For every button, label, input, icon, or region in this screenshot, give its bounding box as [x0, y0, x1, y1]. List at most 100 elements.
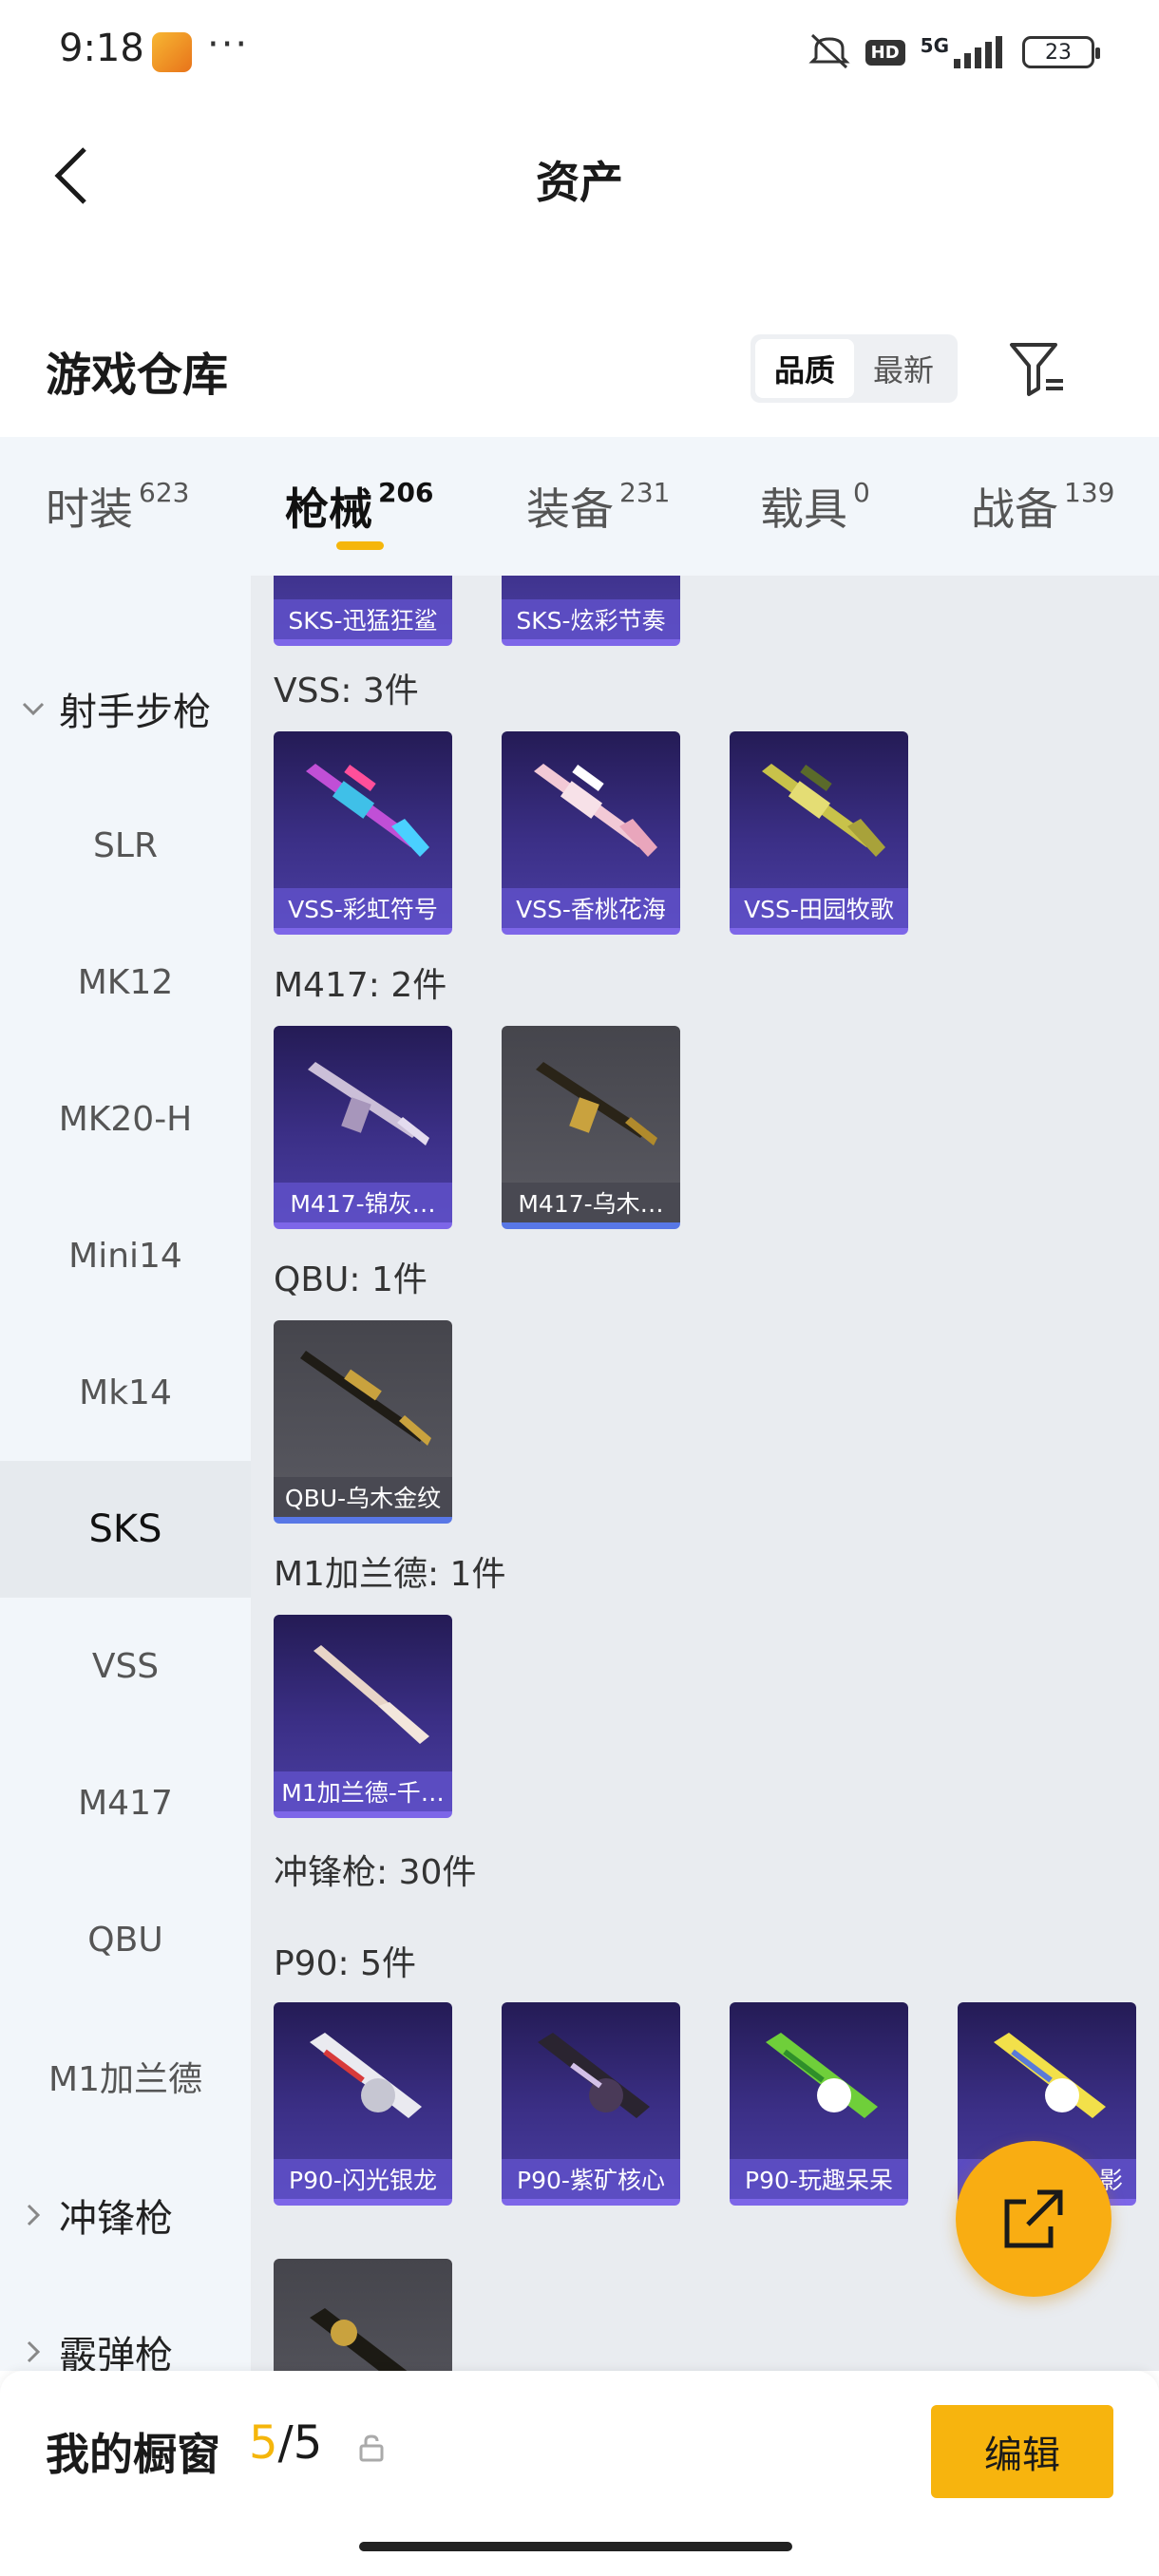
- tab-vehicles[interactable]: 载具 0: [760, 475, 870, 538]
- weapon-card[interactable]: P90-紫矿核心: [502, 2002, 680, 2206]
- showcase-separator: /: [277, 2416, 294, 2470]
- showcase-current: 5: [249, 2416, 278, 2470]
- sidebar-item-vss[interactable]: VSS: [0, 1598, 251, 1734]
- section-label-vss: VSS: 3件: [274, 672, 419, 710]
- top-header: 资产: [0, 114, 1159, 237]
- weapon-name: M1加兰德-千…: [274, 1771, 452, 1811]
- weapon-name: P90-玩趣呆呆: [730, 2159, 908, 2199]
- showcase-count: 5/5: [249, 2416, 322, 2470]
- sort-quality[interactable]: 品质: [755, 339, 854, 398]
- tab-label: 时装: [46, 483, 133, 535]
- weapon-card[interactable]: P90-玩趣呆呆: [730, 2002, 908, 2206]
- tab-count: 206: [378, 477, 434, 508]
- tab-label: 战备: [971, 483, 1058, 535]
- tab-weapons[interactable]: 枪械 206: [285, 475, 433, 538]
- tab-gear[interactable]: 战备 139: [971, 475, 1114, 538]
- weapon-card[interactable]: VSS-田园牧歌: [730, 731, 908, 935]
- weapon-card[interactable]: QBU-乌木金纹: [274, 1320, 452, 1524]
- tab-count: 139: [1064, 477, 1115, 508]
- sidebar-item-mk20h[interactable]: MK20-H: [0, 1051, 251, 1187]
- sidebar-group-marksman[interactable]: 射手步枪: [0, 640, 251, 777]
- warehouse-title: 游戏仓库: [46, 349, 229, 402]
- weapon-image: [310, 2033, 422, 2118]
- status-time: 9:18: [59, 27, 144, 70]
- tab-label: 载具: [760, 483, 847, 535]
- share-button[interactable]: [956, 2141, 1112, 2297]
- status-bar: 9:18 ··· HD 5G 23: [0, 0, 1159, 104]
- weapon-name: M417-乌木…: [502, 1183, 680, 1222]
- weapon-card[interactable]: P90-闪光银龙: [274, 2002, 452, 2206]
- home-indicator[interactable]: [359, 2542, 792, 2551]
- section-label-smg: 冲锋枪: 30件: [274, 1853, 477, 1892]
- weapon-card[interactable]: M417-乌木…: [502, 1026, 680, 1229]
- sidebar-item-sks[interactable]: SKS: [0, 1461, 251, 1598]
- sidebar-group-label: 霰弹枪: [59, 2334, 173, 2371]
- weapon-name: SKS-炫彩节奏: [502, 599, 680, 639]
- tab-count: 623: [139, 477, 190, 508]
- weapon-name: P90-紫矿核心: [502, 2159, 680, 2199]
- weapon-type-sidebar: 射手步枪 SLR MK12 MK20-H Mini14 Mk14 SKS VSS…: [0, 576, 251, 2371]
- weapon-card[interactable]: M417-锦灰…: [274, 1026, 452, 1229]
- weapon-name: VSS-田园牧歌: [730, 888, 908, 928]
- mute-icon: [808, 31, 850, 73]
- sidebar-item-m417[interactable]: M417: [0, 1734, 251, 1871]
- more-notifications-icon: ···: [207, 23, 250, 66]
- weapon-image: [536, 1062, 657, 1146]
- tab-count: 231: [619, 477, 671, 508]
- weapon-name: P90-闪光银龙: [274, 2159, 452, 2199]
- share-icon: [1004, 2189, 1063, 2248]
- status-indicators: HD 5G 23: [808, 30, 1100, 74]
- sidebar-group-label: 射手步枪: [59, 691, 211, 734]
- weapon-card[interactable]: VSS-彩虹符号: [274, 731, 452, 935]
- sidebar-item-m1garand[interactable]: M1加兰德: [0, 2008, 251, 2145]
- active-tab-indicator: [336, 541, 384, 550]
- sidebar-item-qbu[interactable]: QBU: [0, 1871, 251, 2008]
- weapon-name: SKS-迅猛狂鲨: [274, 599, 452, 639]
- section-label-m417: M417: 2件: [274, 966, 447, 1005]
- sidebar-group-smg[interactable]: 冲锋枪: [0, 2147, 251, 2283]
- sidebar-item-mk12[interactable]: MK12: [0, 914, 251, 1051]
- sidebar-item-slr[interactable]: SLR: [0, 777, 251, 914]
- weapon-card[interactable]: SKS-迅猛狂鲨: [274, 576, 452, 646]
- section-label-qbu: QBU: 1件: [274, 1260, 428, 1299]
- weapon-card[interactable]: [274, 2259, 452, 2371]
- chevron-right-icon: [21, 2203, 46, 2227]
- sidebar-group-shotgun[interactable]: 霰弹枪: [0, 2283, 251, 2371]
- weapon-image: [538, 2033, 650, 2118]
- page-title: 资产: [536, 157, 623, 208]
- battery-icon: 23: [1022, 36, 1100, 68]
- filter-icon: [1010, 343, 1063, 396]
- section-label-p90: P90: 5件: [274, 1944, 416, 1983]
- weapon-card[interactable]: VSS-香桃花海: [502, 731, 680, 935]
- weapon-grid: SKS-迅猛狂鲨 SKS-炫彩节奏 VSS: 3件 VSS-彩虹符号 VSS-香…: [251, 576, 1159, 2371]
- signal-icon: 5G: [921, 36, 1007, 68]
- chevron-down-icon: [21, 696, 46, 721]
- weapon-card[interactable]: SKS-炫彩节奏: [502, 576, 680, 646]
- weapon-name: VSS-香桃花海: [502, 888, 680, 928]
- sidebar-item-mini14[interactable]: Mini14: [0, 1187, 251, 1324]
- weapon-image: [534, 764, 657, 857]
- weapon-name: VSS-彩虹符号: [274, 888, 452, 928]
- weapon-name: M417-锦灰…: [274, 1183, 452, 1222]
- tab-fashion[interactable]: 时装 623: [46, 475, 189, 538]
- tab-equipment[interactable]: 装备 231: [526, 475, 670, 538]
- weapon-image: [766, 2033, 878, 2118]
- sidebar-item-mk14[interactable]: Mk14: [0, 1324, 251, 1461]
- weapon-card[interactable]: M1加兰德-千…: [274, 1615, 452, 1818]
- weapon-image: [308, 1062, 429, 1146]
- showcase-label: 我的橱窗: [46, 2429, 220, 2480]
- weapon-image: [310, 2308, 408, 2371]
- sort-newest[interactable]: 最新: [854, 339, 953, 398]
- section-label-m1garand: M1加兰德: 1件: [274, 1555, 506, 1594]
- game-app-icon: [152, 32, 192, 72]
- sort-toggle: 品质 最新: [750, 334, 958, 403]
- category-tab-bar: 时装 623 枪械 206 装备 231 载具 0 战备 139: [0, 437, 1159, 576]
- tab-label: 枪械: [285, 483, 372, 535]
- weapon-image: [762, 764, 885, 857]
- showcase-total: 5: [293, 2416, 323, 2470]
- weapon-image: [994, 2033, 1106, 2118]
- network-type: 5G: [920, 34, 949, 57]
- filter-button[interactable]: [1003, 334, 1072, 403]
- weapon-image: [300, 1351, 431, 1446]
- edit-button[interactable]: 编辑: [931, 2405, 1113, 2498]
